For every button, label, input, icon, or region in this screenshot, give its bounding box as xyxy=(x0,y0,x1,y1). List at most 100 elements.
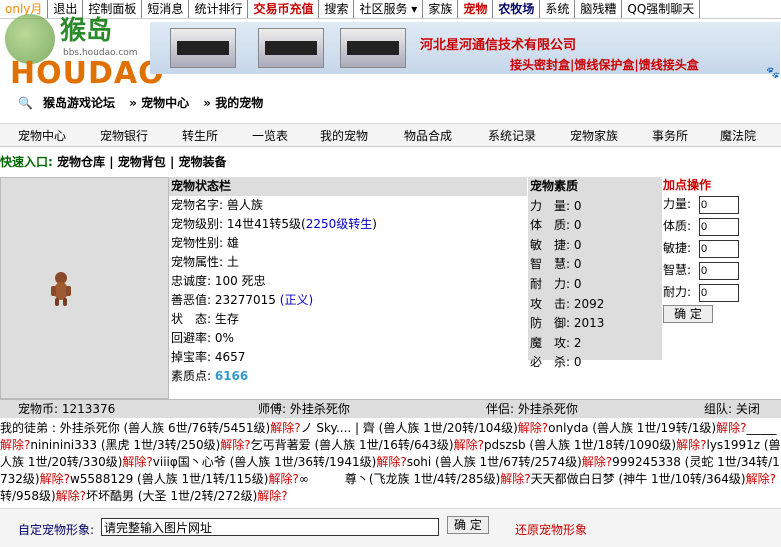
breadcrumb: 🔍 猴岛游戏论坛 » 宠物中心 » 我的宠物 xyxy=(18,94,273,111)
restore-image-link[interactable]: 还原宠物形象 xyxy=(515,521,587,538)
disciples-list: 我的徒弟 : 外挂杀死你 (兽人族 6世/76转/5451级)解除?ノ Sky.… xyxy=(0,420,781,505)
bonus-field-input[interactable] xyxy=(699,283,739,302)
mainnav-item[interactable]: 系统记录 xyxy=(488,127,536,144)
bonus-title: 加点操作 xyxy=(663,178,712,192)
disciple-entry[interactable]: nininini333 (黑虎 1世/3转/250级) xyxy=(30,438,220,452)
disciple-entry[interactable]: 外挂杀死你 (兽人族 6世/76转/5451级) xyxy=(60,421,271,435)
breadcrumb-section[interactable]: » 宠物中心 xyxy=(129,96,189,110)
mainnav-item[interactable]: 事务所 xyxy=(652,127,688,144)
pet-status-panel: 宠物状态栏 宠物名字: 兽人族 宠物级别: 14世41转5级(2250级转生) … xyxy=(169,177,527,386)
disciple-entry[interactable]: ノ Sky.... | 齊 (兽人族 1世/20转/104级) xyxy=(301,421,518,435)
disciple-release-link[interactable]: 解除? xyxy=(716,421,746,435)
bonus-field-input[interactable] xyxy=(699,195,739,214)
site-logo[interactable]: 猴岛 bbs.houdao.com HOUDAO xyxy=(5,8,164,92)
topnav-item[interactable]: 脑残糟 xyxy=(575,0,623,18)
disciple-entry[interactable]: w5588129 (兽人族 1世/1转/115级) xyxy=(70,472,269,486)
disciple-release-link[interactable]: 解除? xyxy=(582,455,612,469)
logo-cn-text: 猴岛 xyxy=(60,16,113,46)
quality-stat: 智 慧: 0 xyxy=(530,257,582,272)
disciple-entry[interactable]: onlyda (兽人族 1世/19转/1级) xyxy=(548,421,716,435)
mainnav-item[interactable]: 一览表 xyxy=(252,127,288,144)
mainnav-item[interactable]: 转生所 xyxy=(182,127,218,144)
bonus-field-input[interactable] xyxy=(699,261,739,280)
disciple-release-link[interactable]: 解除? xyxy=(257,489,287,503)
topnav-item[interactable]: 家族 xyxy=(423,0,459,18)
disciple-entry[interactable]: 坏坏酷男 (大圣 1世/2转/272级) xyxy=(86,489,257,503)
custom-image-confirm-button[interactable]: 确 定 xyxy=(447,516,489,534)
disciple-entry[interactable]: _____ xyxy=(747,421,777,435)
karma-link[interactable]: (正义) xyxy=(280,293,313,307)
quality-stat: 力 量: 0 xyxy=(530,198,582,213)
disciple-entry[interactable]: 转/958级) xyxy=(0,489,56,503)
topnav-item[interactable]: QQ强制聊天 xyxy=(622,0,701,18)
disciple-entry[interactable]: 天天都做白日梦 (神牛 1世/10转/364级) xyxy=(531,472,746,486)
mainnav-item[interactable]: 宠物家族 xyxy=(570,127,618,144)
points-value: 6166 xyxy=(214,369,249,383)
topnav-item[interactable]: 社区服务 ▾ xyxy=(354,0,424,18)
disciple-release-link[interactable]: 解除? xyxy=(270,421,300,435)
disciple-release-link[interactable]: 解除? xyxy=(56,489,86,503)
disciple-entry[interactable]: 乞丐背著爱 (兽人族 1世/16转/643级) xyxy=(251,438,454,452)
disciple-release-link[interactable]: 解除? xyxy=(268,472,298,486)
quality-stat: 耐 力: 0 xyxy=(530,276,582,291)
disciple-release-link[interactable]: 解除? xyxy=(746,472,776,486)
mainnav-item[interactable]: 宠物银行 xyxy=(100,127,148,144)
breadcrumb-home[interactable]: 猴岛游戏论坛 xyxy=(43,96,115,110)
quick-link-warehouse[interactable]: 宠物仓库 xyxy=(57,155,105,169)
disciple-entry[interactable]: viiiφ国丶心爷 (兽人族 1世/36转/1941级) xyxy=(153,455,377,469)
pet-panel: 宠物状态栏 宠物名字: 兽人族 宠物级别: 14世41转5级(2250级转生) … xyxy=(0,177,781,399)
mainnav-item[interactable]: 魔法院 xyxy=(720,127,756,144)
disciple-release-link[interactable]: 解除? xyxy=(518,421,548,435)
bonus-field-row: 体质: xyxy=(663,215,781,237)
topnav-item[interactable]: 搜索 xyxy=(319,0,355,18)
quality-stat: 必 杀: 0 xyxy=(530,355,582,370)
disciple-release-link[interactable]: 解除? xyxy=(676,438,706,452)
topnav-item[interactable]: 交易币充值 xyxy=(248,0,320,18)
disciple-entry[interactable]: pdszsb (兽人族 1世/18转/1090级) xyxy=(484,438,676,452)
bonus-field-input[interactable] xyxy=(699,217,739,236)
disciple-release-link[interactable]: 解除? xyxy=(376,455,406,469)
banner-slogan: 接头密封盒|馈线保护盒|馈线接头盒 xyxy=(510,58,699,72)
disciple-release-link[interactable]: 解除? xyxy=(500,472,530,486)
rebirth-link[interactable]: 2250级转生 xyxy=(306,217,373,231)
disciple-release-link[interactable]: 解除? xyxy=(220,438,250,452)
bonus-field-row: 力量: xyxy=(663,193,781,215)
topnav-item[interactable]: 农牧场 xyxy=(493,0,541,18)
pet-master: 师傅: 外挂杀死你 xyxy=(258,402,350,416)
disciple-release-link[interactable]: 解除? xyxy=(454,438,484,452)
pet-quality-panel: 宠物素质 力 量: 0 体 质: 0 敏 捷: 0 智 慧: 0 耐 力: 0 攻 击: … xyxy=(528,177,662,369)
quick-link-backpack[interactable]: 宠物背包 xyxy=(118,155,166,169)
disciple-entry[interactable]: ∞ 尊丶(飞龙族 1世/4转/285级) xyxy=(299,472,500,486)
advert-banner[interactable]: 河北星河通信技术有限公司 接头密封盒|馈线保护盒|馈线接头盒 xyxy=(150,22,780,74)
topnav-item[interactable]: 宠物 xyxy=(458,0,494,18)
topnav-item[interactable]: 统计排行 xyxy=(189,0,249,18)
product-image-3 xyxy=(340,28,406,68)
pet-partner: 伴侣: 外挂杀死你 xyxy=(486,402,578,416)
disciple-entry[interactable]: sohi (兽人族 1世/67转/2574级) xyxy=(407,455,582,469)
bonus-field-label: 体质: xyxy=(663,219,692,233)
pet-points: 素质点: 6166 xyxy=(169,367,527,386)
image-url-input[interactable] xyxy=(101,518,439,536)
topnav-item[interactable]: 系统 xyxy=(540,0,576,18)
topnav-item[interactable]: 短消息 xyxy=(142,0,190,18)
search-icon: 🔍 xyxy=(18,96,33,110)
quality-stat: 敏 捷: 0 xyxy=(530,237,582,252)
logo-en-text: HOUDAO xyxy=(10,56,165,91)
mainnav-item[interactable]: 宠物中心 xyxy=(18,127,66,144)
pet-name: 宠物名字: 兽人族 xyxy=(169,196,527,215)
bonus-field-input[interactable] xyxy=(699,239,739,258)
bonus-field-label: 敏捷: xyxy=(663,241,692,255)
disciple-release-link[interactable]: 解除? xyxy=(0,438,30,452)
quick-entry: 快速入口: 宠物仓库 | 宠物背包 | 宠物装备 xyxy=(0,155,227,169)
mainnav-item[interactable]: 我的宠物 xyxy=(320,127,368,144)
bonus-field-row: 耐力: xyxy=(663,281,781,303)
banner-company: 河北星河通信技术有限公司 xyxy=(420,38,577,53)
quick-link-equipment[interactable]: 宠物装备 xyxy=(179,155,227,169)
mainnav-item[interactable]: 物品合成 xyxy=(404,127,452,144)
bonus-confirm-button[interactable]: 确 定 xyxy=(663,305,713,323)
disciple-release-link[interactable]: 解除? xyxy=(122,455,152,469)
custom-image-form: 自定宠物形象: 确 定 还原宠物形象 xyxy=(0,508,781,547)
pet-loyalty: 忠诚度: 100 死忠 xyxy=(169,272,527,291)
disciple-release-link[interactable]: 解除? xyxy=(40,472,70,486)
quality-stat: 攻 击: 2092 xyxy=(530,296,605,311)
